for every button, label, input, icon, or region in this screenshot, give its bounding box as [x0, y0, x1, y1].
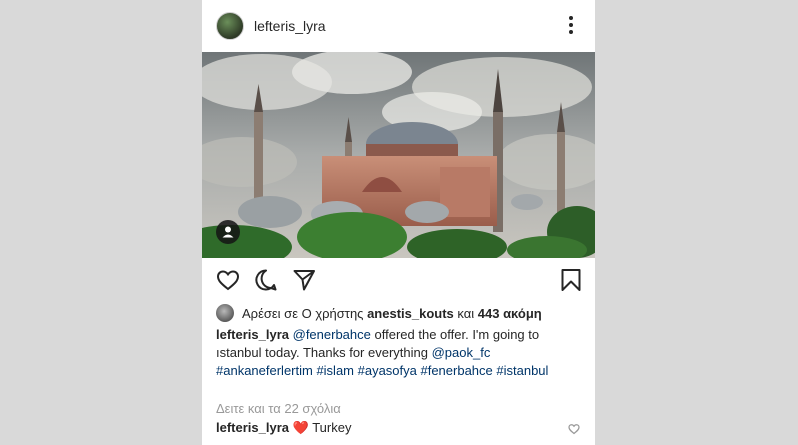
hashtags[interactable]: #ankaneferlertim #islam #ayasofya #fener… — [216, 363, 548, 378]
more-dots-icon[interactable] — [563, 14, 579, 38]
liker-avatar — [216, 304, 234, 322]
paper-plane-icon[interactable] — [292, 268, 316, 292]
post-username[interactable]: lefteris_lyra — [254, 18, 326, 34]
comment-like-heart-icon[interactable] — [568, 422, 580, 435]
mention-link[interactable]: @paok_fc — [432, 345, 491, 360]
avatar[interactable] — [216, 12, 244, 40]
likes-count[interactable]: 443 ακόμη — [478, 306, 542, 321]
comment-icon[interactable] — [254, 268, 278, 292]
likes-middle: και — [457, 305, 475, 321]
comment-username[interactable]: lefteris_lyra — [216, 420, 289, 435]
likes-prefix: Αρέσει σε Ο χρήστης — [242, 305, 364, 321]
comment-row: lefteris_lyra ❤️ Turkey — [216, 420, 351, 436]
caption-username[interactable]: lefteris_lyra — [216, 327, 289, 342]
user-tag-icon[interactable] — [216, 220, 240, 244]
heart-icon[interactable] — [216, 268, 240, 292]
comment-emoji: ❤️ — [292, 420, 309, 435]
action-bar — [202, 258, 595, 302]
bookmark-icon[interactable] — [559, 268, 583, 292]
post-header: lefteris_lyra — [202, 0, 595, 52]
post-caption: lefteris_lyra @fenerbahce offered the of… — [216, 326, 586, 380]
view-all-comments-link[interactable]: Δειτε και τα 22 σχόλια — [216, 401, 341, 416]
post-photo[interactable] — [202, 52, 595, 258]
comment-text: Turkey — [312, 420, 352, 435]
mention-link[interactable]: @fenerbahce — [293, 327, 371, 342]
post-card: lefteris_lyra Αρέσει σε Ο χρήστης anesti… — [202, 0, 595, 445]
likes-user[interactable]: anestis_kouts — [367, 306, 454, 321]
likes-line[interactable]: Αρέσει σε Ο χρήστης anestis_kouts και 44… — [216, 303, 542, 323]
